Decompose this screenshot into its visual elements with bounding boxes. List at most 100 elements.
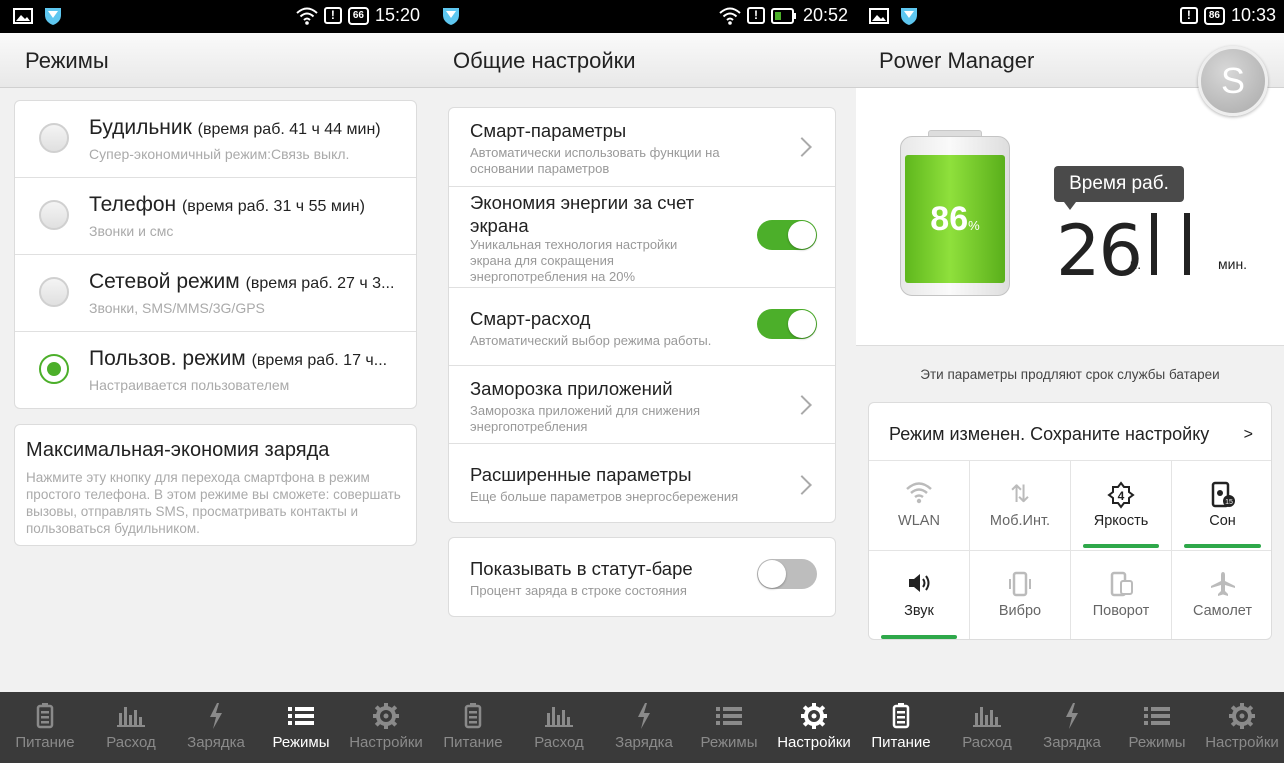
- mode-name: Будильник: [89, 116, 192, 139]
- chevron-right-icon: [792, 137, 812, 157]
- clock: 20:52: [802, 5, 848, 25]
- setting-title: Смарт-расход: [470, 308, 591, 329]
- toggle-label: Моб.Инт.: [989, 513, 1051, 529]
- active-indicator: [881, 635, 957, 639]
- page-title: Общие настройки: [453, 48, 636, 73]
- toggle-wlan[interactable]: WLAN: [869, 461, 970, 551]
- modes-screen: ! 66 15:20 Режимы Будильник (время раб. …: [0, 0, 428, 763]
- nav-item-list[interactable]: Режимы: [258, 692, 344, 763]
- toggle-brightness[interactable]: 4 Яркость: [1071, 461, 1172, 551]
- mobile-data-icon: ⇅: [1009, 481, 1031, 508]
- image-notification-icon: [13, 8, 33, 24]
- mode-item-phone[interactable]: Телефон (время раб. 31 ч 55 мин) Звонки …: [15, 178, 416, 255]
- avatar[interactable]: S: [1198, 46, 1268, 116]
- toggle-sound[interactable]: Звук: [869, 551, 970, 639]
- max-saving-button[interactable]: Максимальная-экономия заряда Нажмите эту…: [14, 424, 417, 546]
- nav-item-lightning[interactable]: Зарядка: [1029, 692, 1115, 763]
- mode-name: Сетевой режим: [89, 270, 240, 293]
- setting-advanced[interactable]: Расширенные параметры Еще больше парамет…: [449, 444, 835, 522]
- mode-radio[interactable]: [39, 200, 69, 230]
- active-indicator: [1184, 544, 1261, 548]
- nav-item-gear[interactable]: Настройки: [343, 692, 428, 763]
- runtime-hours-unit: ч.: [1130, 256, 1142, 272]
- mode-radio-selected[interactable]: [39, 354, 69, 384]
- setting-smart-usage[interactable]: Смарт-расход Автоматический выбор режима…: [449, 288, 835, 366]
- svg-text:15: 15: [1225, 499, 1233, 506]
- nav-label: Расход: [534, 734, 584, 751]
- setting-freeze-apps[interactable]: Заморозка приложений Заморозка приложени…: [449, 366, 835, 444]
- nav-label: Режимы: [1128, 734, 1186, 751]
- nav-label: Зарядка: [1043, 734, 1101, 751]
- nav-item-battery[interactable]: Питание: [858, 692, 944, 763]
- shield-notification-icon: [901, 8, 917, 25]
- nav-item-list[interactable]: Режимы: [1114, 692, 1200, 763]
- mode-item-alarm[interactable]: Будильник (время раб. 41 ч 44 мин) Супер…: [15, 101, 416, 178]
- mode-radio[interactable]: [39, 277, 69, 307]
- toggle-label: Сон: [1209, 513, 1236, 529]
- nav-item-bar-chart[interactable]: Расход: [88, 692, 174, 763]
- active-indicator: [1083, 544, 1159, 548]
- nav-label: Питание: [443, 734, 503, 751]
- chevron-right-icon[interactable]: >: [1244, 426, 1253, 444]
- shield-notification-icon: [45, 8, 61, 25]
- nav-label: Расход: [962, 734, 1012, 751]
- mode-item-network[interactable]: Сетевой режим (время раб. 27 ч 3... Звон…: [15, 255, 416, 332]
- nav-item-lightning[interactable]: Зарядка: [601, 692, 687, 763]
- toggle-vibrate[interactable]: Вибро: [970, 551, 1071, 639]
- lightning-icon: [1029, 702, 1115, 730]
- sound-icon: [869, 571, 969, 602]
- toggle-rotate[interactable]: Поворот: [1071, 551, 1172, 639]
- toggle-airplane[interactable]: Самолет: [1172, 551, 1271, 639]
- battery-status-icon: 66: [347, 6, 369, 25]
- setting-description: Еще больше параметров энергосбережения: [470, 489, 739, 504]
- gear-icon: [1199, 702, 1284, 730]
- battery-graphic: 86%: [900, 130, 1010, 298]
- bar-chart-icon: [944, 702, 1030, 730]
- app-bar: Общие настройки: [428, 33, 856, 88]
- battery-charging-status-icon: [770, 7, 796, 24]
- image-notification-icon: [869, 8, 889, 24]
- nav-item-gear[interactable]: Настройки: [1199, 692, 1284, 763]
- wifi-status-icon: [719, 7, 741, 25]
- mode-description: Супер-экономичный режим:Связь выкл.: [89, 146, 350, 162]
- screen-saving-toggle[interactable]: [757, 220, 817, 250]
- nav-label: Зарядка: [615, 734, 673, 751]
- lightning-icon: [173, 702, 259, 730]
- battery-overview: 86% Время раб. 26 ч. мин.: [856, 88, 1284, 346]
- status-bar: ! 86 10:33: [856, 0, 1284, 33]
- nav-item-lightning[interactable]: Зарядка: [173, 692, 259, 763]
- mode-description: Звонки, SMS/MMS/3G/GPS: [89, 300, 265, 316]
- smart-usage-toggle[interactable]: [757, 309, 817, 339]
- gear-icon: [343, 702, 428, 730]
- setting-title: Показывать в статут-баре: [470, 558, 693, 579]
- setting-screen-saving[interactable]: Экономия энергии за счет экрана Уникальн…: [449, 187, 835, 288]
- nav-item-battery[interactable]: Питание: [2, 692, 88, 763]
- setting-title: Смарт-параметры: [470, 120, 627, 141]
- nav-label: Режимы: [272, 734, 330, 751]
- mode-name: Пользов. режим: [89, 347, 246, 370]
- mode-description: Звонки и смс: [89, 223, 174, 239]
- mode-description: Настраивается пользователем: [89, 377, 290, 393]
- statusbar-percent-toggle[interactable]: [757, 559, 817, 589]
- mode-radio[interactable]: [39, 123, 69, 153]
- toggle-sleep[interactable]: 15 Сон: [1172, 461, 1271, 551]
- bar-chart-icon: [516, 702, 602, 730]
- runtime-hours: 26: [1056, 210, 1143, 292]
- nav-item-gear[interactable]: Настройки: [771, 692, 856, 763]
- power-manager-screen: ! 86 10:33 Power Manager 86% Время раб. …: [856, 0, 1284, 763]
- statusbar-percent-setting[interactable]: Показывать в статут-баре Процент заряда …: [448, 537, 836, 617]
- list-icon: [258, 702, 344, 730]
- setting-smart-params[interactable]: Смарт-параметры Автоматически использова…: [449, 108, 835, 187]
- page-title: Power Manager: [879, 48, 1035, 73]
- mode-changed-link[interactable]: Режим изменен. Сохраните настройку: [889, 424, 1209, 445]
- nav-item-list[interactable]: Режимы: [686, 692, 772, 763]
- battery-hint: Эти параметры продляют срок службы батар…: [920, 367, 1220, 382]
- nav-item-bar-chart[interactable]: Расход: [516, 692, 602, 763]
- setting-description: Автоматический выбор режима работы.: [470, 333, 712, 348]
- toggle-mobile-data[interactable]: ⇅ Моб.Инт.: [970, 461, 1071, 551]
- wifi-icon: [869, 481, 969, 512]
- nav-item-bar-chart[interactable]: Расход: [944, 692, 1030, 763]
- battery-icon: [430, 702, 516, 730]
- nav-item-battery[interactable]: Питание: [430, 692, 516, 763]
- mode-item-custom[interactable]: Пользов. режим (время раб. 17 ч... Настр…: [15, 332, 416, 409]
